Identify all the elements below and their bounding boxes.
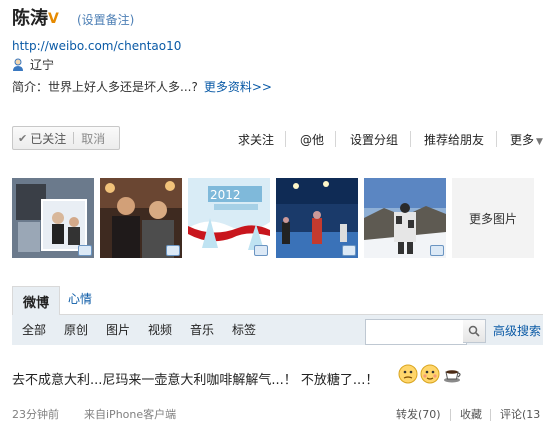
comment-button[interactable]: 评论(13 [500,408,540,422]
recommend-button[interactable]: 推荐给朋友 [424,132,484,148]
checkmark-icon: ✔ [18,131,28,145]
photo-overlay-text: 2012 [210,188,241,202]
search-icon [468,325,480,337]
profile-name: 陈涛 [12,8,48,29]
repost-button[interactable]: 转发(70) [396,408,441,422]
coffee-cup-icon [444,370,461,383]
more-info-link[interactable]: 更多资料>> [204,80,272,94]
filter-all[interactable]: 全部 [22,322,46,338]
photo-badge-icon [342,245,356,256]
photo-thumbnail[interactable]: 2012 [188,178,270,258]
tab-weibo[interactable]: 微博 [12,286,60,316]
divider [410,131,411,147]
filter-videos[interactable]: 视频 [148,322,172,338]
filter-original[interactable]: 原创 [64,322,88,338]
search-button[interactable] [463,319,486,343]
set-remark-link[interactable]: (设置备注) [77,12,134,28]
divider [450,409,451,421]
divider [496,131,497,147]
post-timestamp[interactable]: 23分钟前 [12,408,59,422]
mention-button[interactable]: @他 [300,132,324,148]
divider [285,131,286,147]
blush-face-icon [420,364,440,384]
photo-badge-icon [254,245,268,256]
followed-label: 已关注 [30,131,67,146]
post-text: 去不成意大利...尼玛来一壶意大利咖啡解解气...！ 不放糖了...！ [12,373,379,388]
unfollow-button[interactable]: 取消 [81,130,105,147]
chevron-down-icon: ▼ [536,137,543,147]
photo-thumbnail[interactable] [12,178,94,258]
weibo-search-input[interactable] [365,319,467,345]
photo-thumbnail[interactable] [276,178,358,258]
photo-thumbnail[interactable] [100,178,182,258]
more-actions-button[interactable]: 更多 ▼ [510,132,543,150]
photo-badge-icon [430,245,444,256]
filter-music[interactable]: 音乐 [190,322,214,338]
photo-thumbnail[interactable] [364,178,446,258]
follow-status-box: ✔ 已关注 取消 [12,126,120,150]
photo-badge-icon [166,245,180,256]
favorite-button[interactable]: 收藏 [460,408,482,422]
more-label: 更多 [510,133,535,147]
divider [490,409,491,421]
filter-pictures[interactable]: 图片 [106,322,130,338]
profile-url-link[interactable]: http://weibo.com/chentao10 [12,38,181,54]
filter-tags[interactable]: 标签 [232,322,256,338]
more-photos-button[interactable]: 更多图片 [452,178,534,258]
intro-text: 简介：世界上好人多还是坏人多...? [12,80,198,94]
user-location-icon [13,58,23,71]
request-follow-button[interactable]: 求关注 [238,132,274,148]
profile-intro: 简介：世界上好人多还是坏人多...? 更多资料>> [12,79,272,95]
divider [73,132,75,144]
tab-mood[interactable]: 心情 [68,291,92,307]
photo-badge-icon [78,245,92,256]
set-group-button[interactable]: 设置分组 [350,132,398,148]
profile-location: 辽宁 [30,58,55,72]
post-source[interactable]: 来自iPhone客户端 [84,408,176,422]
divider [335,131,336,147]
verified-badge-icon[interactable]: V [48,9,59,29]
advanced-search-link[interactable]: 高级搜索 [493,323,541,339]
thinking-face-icon [398,364,418,384]
